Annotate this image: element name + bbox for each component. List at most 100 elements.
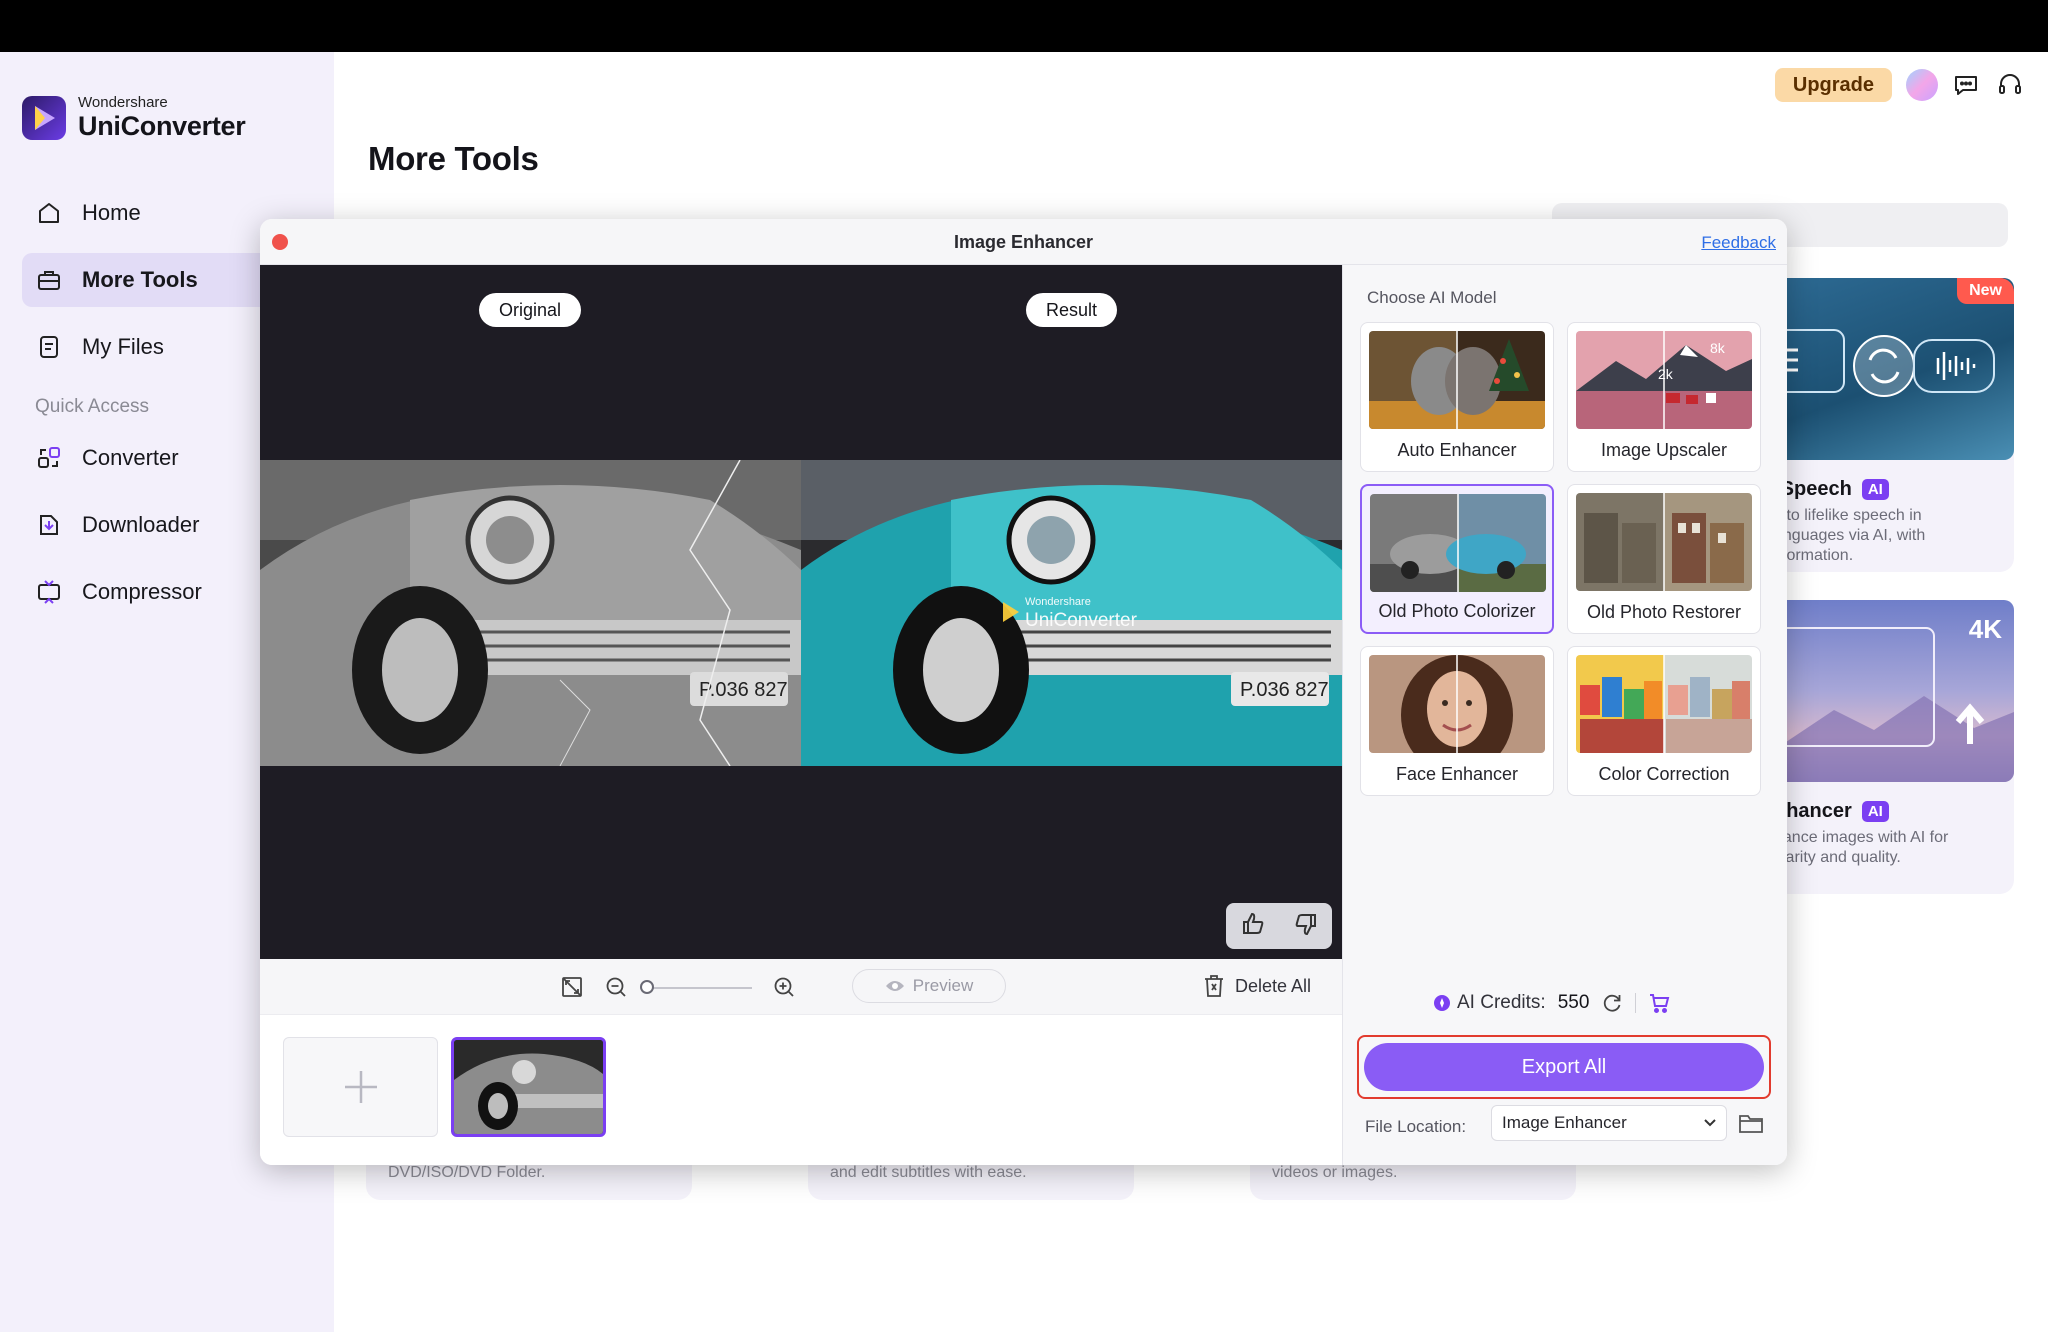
- uniconverter-logo-icon: [22, 95, 66, 140]
- compressor-icon: [34, 577, 64, 607]
- upgrade-button[interactable]: Upgrade: [1774, 68, 1892, 102]
- model-old-photo-restorer[interactable]: Old Photo Restorer: [1567, 484, 1761, 634]
- sidebar-item-label: More Tools: [82, 267, 198, 292]
- card-description: and edit subtitles with ease.: [830, 1164, 1027, 1181]
- card-title: -Speech AI: [1774, 478, 1889, 501]
- model-label: Face Enhancer: [1395, 764, 1519, 784]
- original-tag: Original: [479, 293, 582, 327]
- app-logo: Wondershare UniConverter: [22, 95, 246, 141]
- model-old-photo-colorizer[interactable]: Old Photo Colorizer: [1360, 484, 1554, 634]
- model-image-upscaler[interactable]: 8k 2k Image Upscaler: [1567, 322, 1761, 472]
- old-photo-restorer-thumbnail: [1576, 493, 1752, 591]
- card-description: into lifelike speech in anguages via AI,…: [1774, 507, 1926, 564]
- toolbox-icon: [34, 265, 64, 295]
- ai-model-panel: Choose AI Model Auto Enhancer 8k 2k Imag…: [1342, 265, 1787, 1165]
- image-upscaler-thumbnail: 8k 2k: [1576, 331, 1752, 429]
- page-title: More Tools: [368, 140, 539, 177]
- preview-label: Preview: [912, 976, 974, 995]
- divider: [1635, 993, 1637, 1013]
- model-label: Old Photo Restorer: [1586, 602, 1742, 622]
- model-label: Old Photo Colorizer: [1378, 601, 1536, 621]
- zoom-in-icon[interactable]: [770, 973, 798, 1001]
- old-photo-colorizer-thumbnail: [1370, 494, 1546, 592]
- file-location-value: Image Enhancer: [1502, 1113, 1627, 1132]
- chat-icon[interactable]: [1950, 69, 1982, 101]
- delete-all-button[interactable]: Delete All: [1203, 969, 1311, 1003]
- speech-thumbnail: [1774, 278, 2014, 460]
- new-badge: New: [1957, 278, 2014, 304]
- delete-all-label: Delete All: [1235, 975, 1312, 996]
- credits-label: AI Credits:: [1457, 992, 1546, 1013]
- eye-icon: [885, 979, 905, 993]
- ai-credits: AI Credits: 550: [1433, 992, 1670, 1014]
- cart-icon[interactable]: [1648, 992, 1670, 1014]
- auto-enhancer-thumbnail: [1369, 331, 1545, 429]
- file-location-label: File Location:: [1365, 1117, 1467, 1136]
- credits-value: 550: [1557, 992, 1590, 1013]
- home-icon: [34, 198, 64, 228]
- ai-badge: AI: [1861, 801, 1889, 822]
- watermark-brand: Wondershare: [1025, 596, 1091, 608]
- watermark-name: UniConverter: [1025, 610, 1138, 631]
- dialog-title: Image Enhancer: [953, 232, 1094, 252]
- color-correction-thumbnail: [1576, 655, 1752, 753]
- model-label: Image Upscaler: [1600, 440, 1728, 460]
- tool-card-enhancer[interactable]: 4K nhancer AI nance images with AI for cl…: [1774, 600, 2014, 894]
- choose-ai-model-label: Choose AI Model: [1367, 288, 1497, 307]
- face-enhancer-thumbnail: [1369, 655, 1545, 753]
- sidebar-item-label: Downloader: [82, 512, 200, 537]
- logo-name: UniConverter: [78, 111, 246, 141]
- rating-buttons: [1226, 903, 1332, 949]
- thumbs-down-icon[interactable]: [1293, 911, 1319, 942]
- export-all-button[interactable]: Export All: [1364, 1043, 1764, 1091]
- model-auto-enhancer[interactable]: Auto Enhancer: [1360, 322, 1554, 472]
- preview-area: Original Result P.036 827 P.036 827 Wond…: [260, 265, 1342, 959]
- headset-icon[interactable]: [1994, 69, 2026, 101]
- model-label: Color Correction: [1598, 764, 1730, 784]
- plus-icon: [344, 1071, 377, 1103]
- license-plate-text: P.036 827: [699, 679, 788, 701]
- license-plate-text: P.036 827: [1240, 679, 1329, 701]
- upscale-tag-8k: 8k: [1710, 340, 1726, 356]
- ai-badge: AI: [1861, 479, 1889, 500]
- zoom-slider-track[interactable]: [644, 987, 752, 989]
- 4k-label: 4K: [1968, 614, 2002, 644]
- fit-screen-icon[interactable]: [558, 973, 586, 1001]
- tool-card-speech[interactable]: New -SpeechAI into lifelike speech in an…: [1774, 278, 2014, 572]
- feedback-link[interactable]: Feedback: [1701, 233, 1776, 253]
- upscale-tag-2k: 2k: [1658, 366, 1674, 382]
- sidebar-item-label: Home: [82, 200, 141, 225]
- sidebar-item-label: My Files: [82, 334, 164, 359]
- thumbs-up-icon[interactable]: [1240, 911, 1266, 942]
- model-label: Auto Enhancer: [1397, 440, 1517, 460]
- zoom-slider-handle[interactable]: [640, 980, 654, 994]
- file-thumbnail[interactable]: [451, 1037, 606, 1137]
- zoom-out-icon[interactable]: [602, 973, 630, 1001]
- sidebar-item-label: Converter: [82, 445, 179, 470]
- chevron-down-icon: [1704, 1119, 1716, 1127]
- header-actions: Upgrade: [1774, 68, 2026, 102]
- card-title: nhancer AI: [1774, 800, 1889, 823]
- model-face-enhancer[interactable]: Face Enhancer: [1360, 646, 1554, 796]
- system-top-bar: [0, 0, 2048, 52]
- model-color-correction[interactable]: Color Correction: [1567, 646, 1761, 796]
- credits-icon: [1433, 994, 1451, 1012]
- file-icon: [34, 332, 64, 362]
- card-description: DVD/ISO/DVD Folder.: [388, 1164, 546, 1181]
- preview-button[interactable]: Preview: [852, 969, 1006, 1003]
- add-file-button[interactable]: [283, 1037, 438, 1137]
- refresh-icon[interactable]: [1601, 992, 1623, 1014]
- file-thumbnail-strip: [260, 1015, 1342, 1165]
- original-image: P.036 827: [260, 460, 801, 766]
- result-image: P.036 827 Wondershare UniConverter: [801, 460, 1342, 766]
- preview-toolbar: Preview Delete All: [260, 959, 1342, 1015]
- card-description: videos or images.: [1272, 1164, 1398, 1181]
- folder-icon[interactable]: [1737, 1109, 1765, 1137]
- card-description: nance images with AI for clarity and qua…: [1774, 829, 1949, 866]
- sidebar-item-label: Compressor: [82, 579, 202, 604]
- converter-icon: [34, 443, 64, 473]
- image-enhancer-dialog: Image Enhancer Feedback Original Result …: [260, 219, 1787, 1165]
- downloader-icon: [34, 510, 64, 540]
- file-location-select[interactable]: Image Enhancer: [1491, 1105, 1727, 1141]
- avatar[interactable]: [1906, 69, 1938, 101]
